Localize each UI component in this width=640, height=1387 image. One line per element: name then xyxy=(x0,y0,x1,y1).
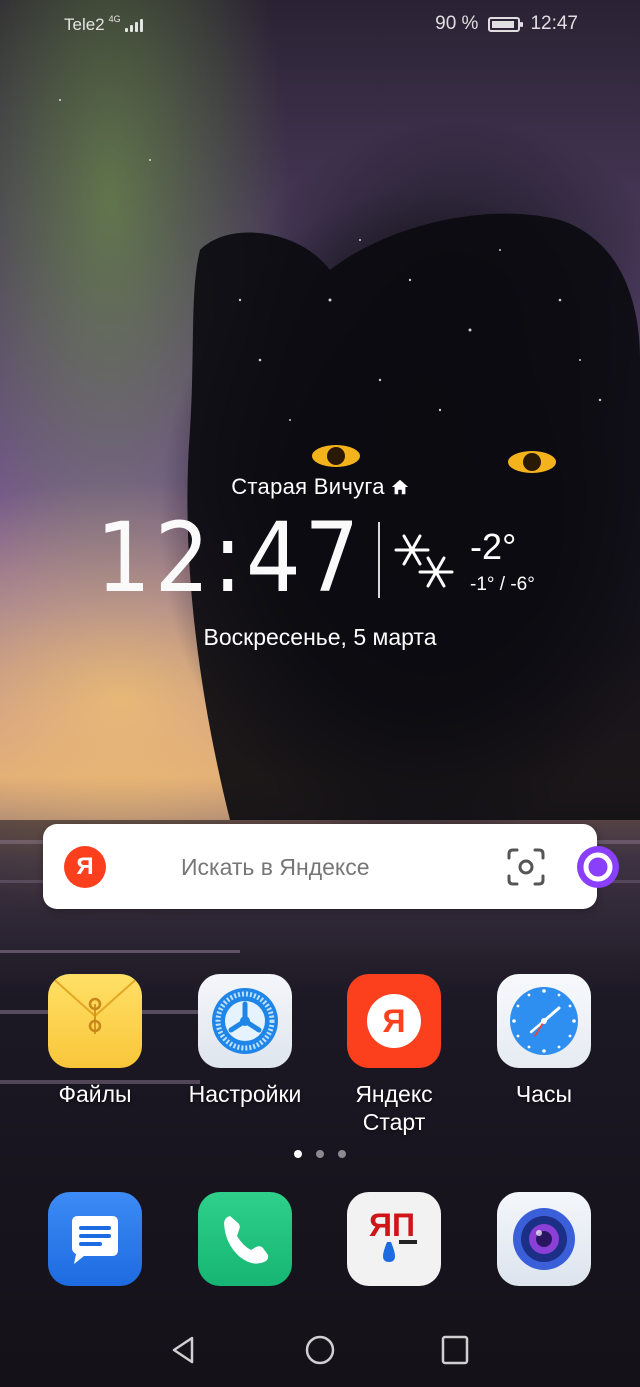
home-icon[interactable] xyxy=(298,1328,342,1372)
widget-divider xyxy=(378,522,380,598)
files-icon[interactable] xyxy=(48,974,142,1068)
recents-icon[interactable] xyxy=(433,1328,477,1372)
battery-icon xyxy=(488,16,524,32)
page-dot xyxy=(316,1150,324,1158)
settings-icon[interactable] xyxy=(198,974,292,1068)
dock-phone[interactable] xyxy=(170,1192,320,1286)
app-label: Часы xyxy=(515,1081,573,1107)
page-dot xyxy=(338,1150,346,1158)
navigation-bar xyxy=(0,1328,640,1372)
city-name: Старая Вичуга xyxy=(231,474,385,499)
yap-icon[interactable]: ЯП xyxy=(347,1192,441,1286)
page-dot xyxy=(294,1150,302,1158)
current-temperature: -2° xyxy=(470,526,517,567)
app-settings[interactable]: Настройки xyxy=(170,974,320,1108)
yandex-logo-icon[interactable]: Я xyxy=(64,846,106,888)
yap-logo-text: ЯП xyxy=(369,1207,415,1243)
home-location-icon xyxy=(391,479,408,495)
phone-icon[interactable] xyxy=(198,1192,292,1286)
camera-scan-icon[interactable] xyxy=(505,846,547,888)
dock-camera[interactable] xyxy=(469,1192,619,1286)
app-label: Настройки xyxy=(188,1081,302,1107)
app-files[interactable]: Файлы xyxy=(20,974,170,1108)
wallpaper xyxy=(0,99,640,1387)
carrier-area: Tele2 4G xyxy=(64,14,143,35)
status-right: 90 % 12:47 xyxy=(435,13,578,35)
status-time: 12:47 xyxy=(530,13,578,34)
page-indicator xyxy=(0,1150,640,1158)
clock-icon[interactable] xyxy=(497,974,591,1068)
battery-level xyxy=(492,20,515,28)
back-icon[interactable] xyxy=(162,1328,206,1372)
carrier-name: Tele2 xyxy=(64,15,105,34)
snowflake-icon[interactable] xyxy=(392,528,458,594)
app-label: Яндекс Старт xyxy=(355,1081,433,1135)
weather-widget-location[interactable]: Старая Вичуга xyxy=(0,474,640,500)
app-clock[interactable]: Часы xyxy=(469,974,619,1108)
app-yandex-start[interactable]: Я Яндекс Старт xyxy=(319,974,469,1136)
dock-yap[interactable]: ЯП xyxy=(319,1192,469,1286)
svg-text:Я: Я xyxy=(383,1003,406,1039)
status-bar: Tele2 4G 90 % 12:47 xyxy=(0,0,640,48)
clock-time[interactable]: 12:47 xyxy=(96,510,363,606)
date-label: Воскресенье, 5 марта xyxy=(203,624,437,650)
camera-app-icon[interactable] xyxy=(497,1192,591,1286)
messages-icon[interactable] xyxy=(48,1192,142,1286)
signal-icon xyxy=(124,18,143,32)
search-input[interactable]: Искать в Яндексе xyxy=(181,854,370,881)
yandex-start-icon[interactable]: Я xyxy=(347,974,441,1068)
dock-messages[interactable] xyxy=(20,1192,170,1286)
yandex-search-bar[interactable]: Я Искать в Яндексе xyxy=(43,824,619,909)
battery-percent: 90 % xyxy=(435,13,479,34)
alice-icon[interactable] xyxy=(576,845,620,889)
app-label: Файлы xyxy=(58,1081,132,1107)
temperature-range: -1° / -6° xyxy=(470,574,535,595)
network-type: 4G xyxy=(108,14,121,24)
